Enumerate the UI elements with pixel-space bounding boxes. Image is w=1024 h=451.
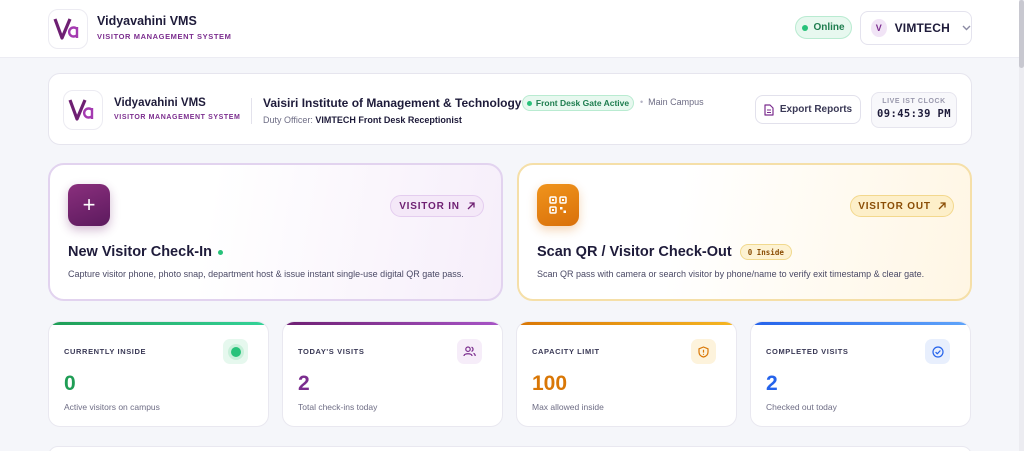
stat-subtitle: Active visitors on campus: [64, 402, 160, 412]
live-dot-icon: [223, 339, 248, 364]
export-reports-label: Export Reports: [779, 104, 853, 115]
live-clock-label: LIVE IST CLOCK: [882, 98, 946, 105]
qr-code-icon: [537, 184, 579, 226]
visitor-in-tag: VISITOR IN: [390, 195, 484, 217]
stat-label: CAPACITY LIMIT: [532, 347, 600, 356]
gate-active-dot-icon: [526, 100, 532, 106]
stat-label: CURRENTLY INSIDE: [64, 347, 147, 356]
stat-label: TODAY'S VISITS: [298, 347, 365, 356]
bullet-icon: •: [640, 97, 644, 107]
stat-subtitle: Max allowed inside: [532, 402, 604, 412]
checkout-title-text: Scan QR / Visitor Check-Out: [537, 244, 732, 260]
stat-card-currently-inside: CURRENTLY INSIDE 0 Active visitors on ca…: [48, 321, 269, 427]
info-brand-name: Vidyavahini VMS: [114, 97, 206, 109]
user-name: VIMTECH: [894, 21, 950, 35]
stat-accent-bar: [517, 322, 736, 325]
shield-alert-icon: [691, 339, 716, 364]
stat-subtitle: Checked out today: [766, 402, 837, 412]
vidyavahini-logo-icon: [53, 18, 79, 40]
arrow-up-right-icon: [467, 202, 475, 210]
visitor-out-tag: VISITOR OUT: [850, 195, 954, 217]
info-brand-subtitle: VISITOR MANAGEMENT SYSTEM: [114, 114, 241, 121]
vidyavahini-logo-icon: [68, 99, 94, 121]
duty-officer-label: Duty Officer:: [263, 115, 313, 125]
scrollbar-thumb[interactable]: [1019, 0, 1024, 68]
brand-logo[interactable]: [48, 9, 88, 49]
brand-name: Vidyavahini VMS: [97, 14, 197, 28]
stat-accent-bar: [751, 322, 970, 325]
arrow-up-right-icon: [938, 202, 946, 210]
check-circle-icon: [925, 339, 950, 364]
document-icon: [764, 103, 774, 116]
chevron-down-icon: [962, 23, 971, 33]
status-dot-icon: [217, 249, 223, 255]
stat-subtitle: Total check-ins today: [298, 402, 378, 412]
checkin-description: Capture visitor phone, photo snap, depar…: [68, 269, 464, 279]
stat-value: 100: [532, 372, 568, 395]
stat-value: 0: [64, 372, 76, 395]
live-clock-time: 09:45:39 PM: [877, 108, 951, 120]
visitor-checkout-card[interactable]: VISITOR OUT Scan QR / Visitor Check-Out …: [517, 163, 972, 301]
brand-subtitle: VISITOR MANAGEMENT SYSTEM: [97, 32, 232, 41]
inside-count-badge: 0 Inside: [739, 244, 792, 260]
checkin-title: New Visitor Check-In: [68, 244, 223, 260]
page-scrollbar[interactable]: [1019, 0, 1024, 451]
gate-status-badge: Front Desk Gate Active: [522, 95, 634, 111]
next-section-card: [48, 446, 972, 451]
stat-label: COMPLETED VISITS: [766, 347, 849, 356]
stat-value: 2: [298, 372, 310, 395]
stat-card-todays-visits: TODAY'S VISITS 2 Total check-ins today: [282, 321, 503, 427]
stat-value: 2: [766, 372, 778, 395]
info-brand-logo: [63, 90, 103, 130]
users-icon: [457, 339, 482, 364]
plus-icon: +: [68, 184, 110, 226]
stat-accent-bar: [283, 322, 502, 325]
duty-officer: Duty Officer: VIMTECH Front Desk Recepti…: [263, 115, 462, 125]
checkin-title-text: New Visitor Check-In: [68, 244, 212, 260]
avatar: V: [871, 19, 887, 37]
stat-card-capacity-limit: CAPACITY LIMIT 100 Max allowed inside: [516, 321, 737, 427]
visitor-out-label: VISITOR OUT: [858, 200, 931, 212]
campus-name: Main Campus: [648, 97, 704, 107]
visitor-in-label: VISITOR IN: [399, 200, 460, 212]
top-navbar: Vidyavahini VMS VISITOR MANAGEMENT SYSTE…: [0, 0, 1019, 58]
export-reports-button[interactable]: Export Reports: [755, 95, 861, 124]
duty-officer-name: VIMTECH Front Desk Receptionist: [315, 115, 462, 125]
campus-label: • Main Campus: [640, 97, 704, 107]
institution-name: Vaisiri Institute of Management & Techno…: [263, 96, 522, 110]
checkout-description: Scan QR pass with camera or search visit…: [537, 269, 925, 279]
user-menu-button[interactable]: V VIMTECH: [860, 11, 972, 45]
online-status-badge: Online: [795, 16, 852, 39]
new-visitor-checkin-card[interactable]: + VISITOR IN New Visitor Check-In Captur…: [48, 163, 503, 301]
info-divider: [251, 98, 252, 124]
online-dot-icon: [802, 24, 809, 31]
online-status-label: Online: [813, 22, 845, 33]
gate-status-label: Front Desk Gate Active: [535, 98, 630, 108]
live-clock: LIVE IST CLOCK 09:45:39 PM: [871, 92, 957, 128]
checkout-title: Scan QR / Visitor Check-Out 0 Inside: [537, 244, 792, 260]
stat-card-completed-visits: COMPLETED VISITS 2 Checked out today: [750, 321, 971, 427]
stat-accent-bar: [49, 322, 268, 325]
